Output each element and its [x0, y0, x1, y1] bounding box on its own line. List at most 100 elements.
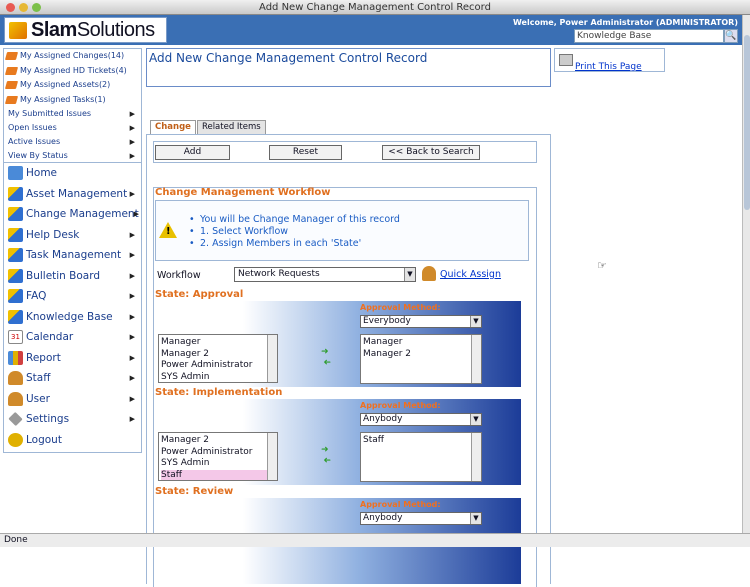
- tab-change[interactable]: Change: [150, 120, 196, 134]
- nav-calendar[interactable]: 31 Calendar ▶: [4, 327, 141, 348]
- nav-report[interactable]: Report ▶: [4, 348, 141, 369]
- minimize-window-button[interactable]: [19, 3, 28, 12]
- nav-home[interactable]: Home: [4, 163, 141, 184]
- menu-active-issues[interactable]: Active Issues ▶: [4, 135, 141, 149]
- available-members-list[interactable]: Manager Manager 2 Power Administrator SY…: [158, 334, 278, 383]
- quick-assign-person-icon[interactable]: [422, 266, 436, 281]
- available-members-list[interactable]: Manager 2 Power Administrator SYS Admin …: [158, 432, 278, 481]
- nav-asset-management[interactable]: Asset Management ▶: [4, 184, 141, 205]
- nav-knowledge-base[interactable]: Knowledge Base ▶: [4, 307, 141, 328]
- list-item-selected[interactable]: Staff: [161, 469, 275, 480]
- submenu-arrow-icon: ▶: [129, 110, 135, 118]
- calendar-icon: 31: [8, 330, 23, 344]
- submenu-arrow-icon: ▶: [129, 271, 135, 280]
- list-item[interactable]: Manager 2: [363, 349, 479, 361]
- nav-settings[interactable]: Settings ▶: [4, 409, 141, 430]
- approval-method-select[interactable]: Anybody ▼: [360, 413, 482, 426]
- nav-logout[interactable]: Logout: [4, 430, 141, 451]
- move-left-arrow-icon[interactable]: ➜: [321, 456, 331, 466]
- search-icon[interactable]: 🔍: [724, 29, 738, 43]
- nav-help-desk[interactable]: Help Desk ▶: [4, 225, 141, 246]
- zoom-window-button[interactable]: [32, 3, 41, 12]
- submenu-arrow-icon: ▶: [129, 353, 135, 362]
- logo-suffix: Solutions: [76, 19, 155, 41]
- print-this-page-link[interactable]: Print This Page: [575, 62, 642, 72]
- list-item[interactable]: Power Administrator: [161, 447, 275, 459]
- chevron-down-icon: ▼: [470, 513, 481, 524]
- home-icon: [8, 166, 23, 180]
- approval-method-select[interactable]: Everybody ▼: [360, 315, 482, 328]
- list-item[interactable]: Manager 2: [161, 349, 275, 361]
- assigned-members-list[interactable]: Staff: [360, 432, 482, 482]
- tab-related-items[interactable]: Related Items: [196, 120, 266, 134]
- page-scrollbar[interactable]: [742, 15, 750, 533]
- list-item[interactable]: Manager: [363, 337, 479, 349]
- list-item[interactable]: Power Administrator: [161, 360, 275, 372]
- submenu-arrow-icon: ▶: [129, 251, 135, 259]
- state-approval: State: Approval Approval Method: Everybo…: [155, 289, 521, 387]
- submenu-arrow-icon: ▶: [129, 189, 135, 198]
- submenu-arrow-icon: ▶: [129, 138, 135, 146]
- quick-link-assigned-tasks[interactable]: My Assigned Tasks(1): [4, 93, 141, 108]
- move-right-arrow-icon[interactable]: ➜: [321, 446, 331, 455]
- staff-person-icon: [8, 371, 23, 385]
- workflow-select[interactable]: Network Requests ▼: [234, 267, 416, 282]
- workflow-section-title: Change Management Workflow: [155, 187, 331, 198]
- chevron-down-icon: ▼: [404, 268, 415, 281]
- slam-solutions-logo[interactable]: SlamSolutions: [4, 17, 167, 43]
- close-window-button[interactable]: [6, 3, 15, 12]
- submenu-arrow-icon: ▶: [129, 394, 135, 403]
- menu-my-submitted-issues[interactable]: My Submitted Issues ▶: [4, 107, 141, 121]
- approval-method-select[interactable]: Anybody ▼: [360, 512, 482, 525]
- user-person-icon: [8, 391, 23, 406]
- add-button[interactable]: Add: [155, 145, 230, 160]
- move-right-arrow-icon[interactable]: ➜: [321, 348, 331, 357]
- workflow-label: Workflow: [157, 270, 201, 281]
- submenu-arrow-icon: ▶: [129, 124, 135, 132]
- menu-view-by-status[interactable]: View By Status ▶: [4, 149, 141, 163]
- quick-link-assigned-hd-tickets[interactable]: My Assigned HD Tickets(4): [4, 64, 141, 79]
- assigned-members-list[interactable]: Manager Manager 2: [360, 334, 482, 384]
- list-item[interactable]: Manager 2: [161, 435, 275, 447]
- back-to-search-button[interactable]: << Back to Search: [382, 145, 480, 160]
- logo-brand: Slam: [31, 19, 77, 41]
- nav-user[interactable]: User ▶: [4, 389, 141, 410]
- submenu-arrow-icon: ▶: [129, 415, 135, 423]
- list-scrollbar[interactable]: [471, 335, 481, 383]
- list-item[interactable]: Manager: [161, 337, 275, 349]
- nav-task-management[interactable]: Task Management ▶: [4, 245, 141, 266]
- list-scrollbar[interactable]: [267, 433, 277, 480]
- nav-faq[interactable]: FAQ ▶: [4, 286, 141, 307]
- knowledge-base-search-input[interactable]: [574, 29, 724, 43]
- list-scrollbar[interactable]: [471, 433, 481, 481]
- submenu-arrow-icon: ▶: [129, 374, 135, 382]
- list-item[interactable]: SYS Admin: [161, 372, 275, 383]
- info-line: 2. Assign Members in each 'State': [189, 238, 361, 249]
- hand-cursor-icon: ☞: [597, 259, 607, 272]
- list-item[interactable]: Staff: [363, 435, 479, 447]
- move-left-arrow-icon[interactable]: ➜: [321, 358, 331, 368]
- scrollbar-thumb[interactable]: [744, 35, 750, 210]
- reset-button[interactable]: Reset: [269, 145, 342, 160]
- submenu-arrow-icon: ▶: [133, 210, 139, 218]
- list-item[interactable]: SYS Admin: [161, 458, 275, 470]
- submenu-arrow-icon: ▶: [129, 152, 135, 160]
- window-titlebar: Add New Change Management Control Record: [0, 0, 750, 15]
- logout-keys-icon: [8, 432, 23, 447]
- action-button-row: Add Reset << Back to Search: [153, 141, 537, 163]
- help-desk-cubes-icon: [8, 227, 23, 242]
- quick-link-assigned-assets[interactable]: My Assigned Assets(2): [4, 78, 141, 93]
- submenu-arrow-icon: ▶: [129, 333, 135, 341]
- list-scrollbar[interactable]: [267, 335, 277, 382]
- printer-icon[interactable]: [559, 54, 573, 66]
- approval-method-label: Approval Method:: [360, 303, 441, 312]
- submenu-arrow-icon: ▶: [129, 230, 135, 239]
- page-title: Add New Change Management Control Record: [146, 48, 551, 87]
- menu-open-issues[interactable]: Open Issues ▶: [4, 121, 141, 135]
- nav-bulletin-board[interactable]: Bulletin Board ▶: [4, 266, 141, 287]
- nav-change-management[interactable]: Change Management ▶: [4, 204, 141, 225]
- nav-staff[interactable]: Staff ▶: [4, 368, 141, 389]
- bulletin-cubes-icon: [8, 268, 23, 283]
- quick-assign-link[interactable]: Quick Assign: [440, 269, 501, 280]
- quick-link-assigned-changes[interactable]: My Assigned Changes(14): [4, 49, 141, 64]
